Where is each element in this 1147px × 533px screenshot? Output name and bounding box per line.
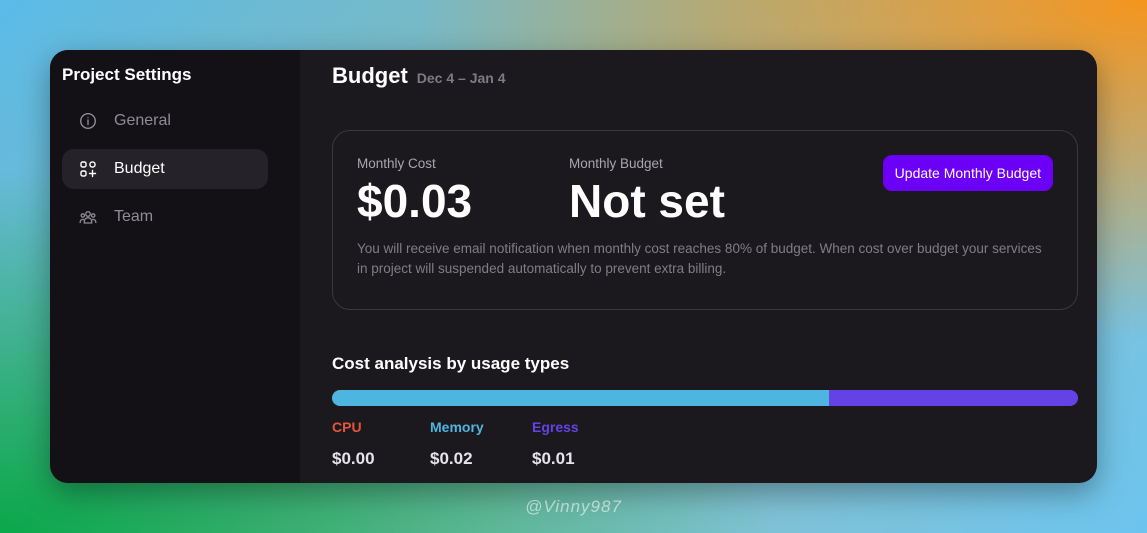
usage-label: Memory	[430, 419, 484, 435]
team-icon	[79, 208, 97, 226]
monthly-cost-stat: Monthly Cost $0.03	[357, 156, 569, 227]
usage-bar-segment-egress	[829, 390, 1078, 406]
usage-item-cpu: CPU $0.00	[332, 419, 430, 469]
info-icon	[79, 112, 97, 130]
page-title: Budget	[332, 63, 408, 88]
watermark: @Vinny987	[525, 497, 622, 516]
sidebar-item-team[interactable]: Team	[62, 197, 268, 237]
sidebar-item-label: General	[114, 112, 171, 129]
date-range: Dec 4 – Jan 4	[416, 70, 506, 86]
usage-label: CPU	[332, 419, 362, 435]
usage-value: $0.02	[430, 449, 473, 468]
sidebar-nav: General Budget Team	[62, 101, 288, 237]
sidebar-item-label: Team	[114, 208, 154, 225]
monthly-budget-stat: Monthly Budget Not set	[569, 156, 781, 227]
usage-legend: CPU $0.00 Memory $0.02 Egress $0.01	[332, 419, 1078, 469]
main-content: Budget Dec 4 – Jan 4 Monthly Cost $0.03 …	[300, 50, 1097, 483]
sidebar-item-general[interactable]: General	[62, 101, 268, 141]
sidebar: Project Settings General Budget Team	[50, 50, 300, 483]
sidebar-item-label: Budget	[114, 160, 165, 177]
page-header: Budget Dec 4 – Jan 4	[332, 63, 1078, 89]
sidebar-item-budget[interactable]: Budget	[62, 149, 268, 189]
monthly-budget-value: Not set	[569, 175, 725, 227]
monthly-cost-value: $0.03	[357, 175, 473, 227]
sidebar-title: Project Settings	[62, 65, 192, 84]
usage-value: $0.00	[332, 449, 375, 468]
project-settings-window: Project Settings General Budget Team Bud…	[50, 50, 1097, 483]
usage-item-egress: Egress $0.01	[532, 419, 632, 469]
usage-bar-segment-memory	[332, 390, 830, 406]
monthly-budget-label: Monthly Budget	[569, 156, 663, 171]
apps-add-icon	[79, 160, 97, 178]
usage-bar	[332, 390, 1078, 406]
usage-value: $0.01	[532, 449, 575, 468]
budget-notification-note: You will receive email notification when…	[357, 241, 1042, 276]
monthly-cost-label: Monthly Cost	[357, 156, 436, 171]
usage-section-title: Cost analysis by usage types	[332, 354, 570, 373]
usage-item-memory: Memory $0.02	[430, 419, 532, 469]
budget-card: Monthly Cost $0.03 Monthly Budget Not se…	[332, 130, 1078, 310]
usage-label: Egress	[532, 419, 579, 435]
update-monthly-budget-button[interactable]: Update Monthly Budget	[882, 155, 1053, 191]
